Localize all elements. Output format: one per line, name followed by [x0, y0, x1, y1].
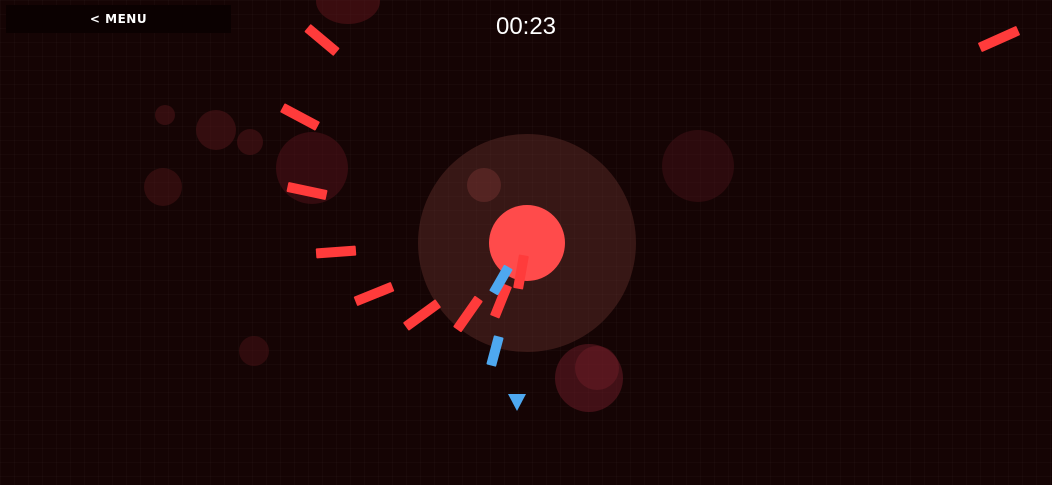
background-bubble: [239, 336, 269, 366]
background-bubble: [144, 168, 182, 206]
timer-display: 00:23: [495, 13, 557, 40]
background-bubble: [662, 130, 734, 202]
game-stage[interactable]: < MENU 00:23: [0, 0, 1052, 485]
background-bubble: [155, 105, 175, 125]
background-bubble: [196, 110, 236, 150]
menu-button[interactable]: < MENU: [6, 5, 231, 33]
background-bubble: [237, 129, 263, 155]
triangle-down-icon: [508, 394, 526, 411]
background-bubble: [575, 346, 619, 390]
